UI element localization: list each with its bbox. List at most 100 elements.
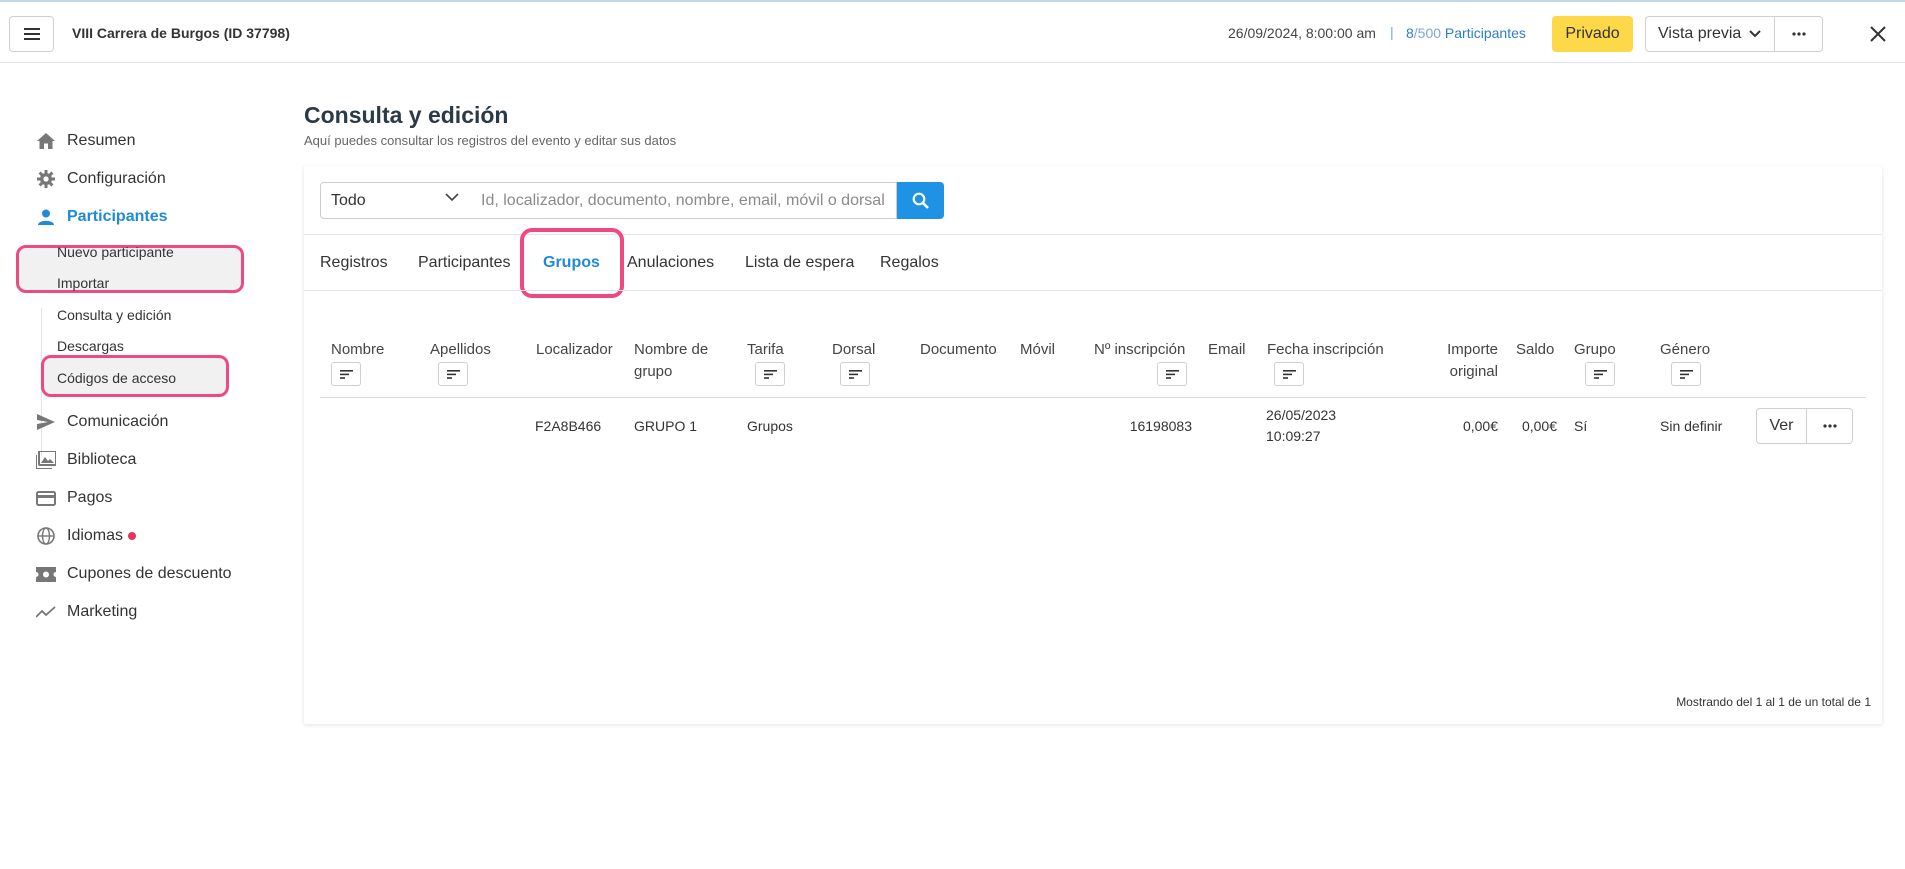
trend-icon xyxy=(36,602,56,622)
home-icon xyxy=(36,131,56,151)
cell-nombre-grupo: GRUPO 1 xyxy=(634,418,698,434)
page-title: Consulta y edición xyxy=(304,102,509,128)
col-header-importe-line1: Importe xyxy=(1447,341,1498,358)
cell-fecha-date: 26/05/2023 xyxy=(1266,407,1337,423)
sidebar-item-label: Idiomas xyxy=(67,527,124,544)
col-header-nombre-grupo-line2: grupo xyxy=(634,363,673,380)
col-header-fecha: Fecha inscripción xyxy=(1267,341,1384,358)
tab-anulaciones[interactable]: Anulaciones xyxy=(627,254,714,272)
results-card: Todo Registros Participantes Grupos Anul… xyxy=(304,166,1882,724)
sidebar-item-biblioteca[interactable]: Biblioteca xyxy=(36,448,136,472)
sidebar-item-label: Resumen xyxy=(67,132,136,149)
chevron-down-icon xyxy=(1749,30,1762,38)
sidebar-item-participantes[interactable]: Participantes xyxy=(36,205,167,229)
table-header-divider xyxy=(320,397,1866,398)
sort-icon xyxy=(1593,369,1607,379)
participants-total: /500 xyxy=(1413,25,1442,41)
privado-button[interactable]: Privado xyxy=(1552,16,1633,52)
page-subtitle: Aquí puedes consultar los registros del … xyxy=(304,133,677,148)
tab-regalos[interactable]: Regalos xyxy=(880,254,939,272)
col-header-apellidos: Apellidos xyxy=(430,341,491,358)
sidebar-item-resumen[interactable]: Resumen xyxy=(36,129,135,153)
sort-icon xyxy=(848,369,862,379)
tab-participantes[interactable]: Participantes xyxy=(418,254,511,272)
close-button[interactable] xyxy=(1868,24,1888,44)
sort-button-dorsal[interactable] xyxy=(840,362,870,386)
sidebar: Resumen Configuración Participantes Nuev… xyxy=(0,64,280,869)
sort-button-genero[interactable] xyxy=(1671,362,1701,386)
menu-button[interactable] xyxy=(9,16,54,52)
search-button[interactable] xyxy=(897,182,944,219)
col-header-localizador: Localizador xyxy=(536,341,613,358)
more-horizontal-icon xyxy=(1791,32,1806,36)
sort-icon xyxy=(446,369,460,379)
sort-button-fecha[interactable] xyxy=(1274,362,1304,386)
sidebar-item-label: Comunicación xyxy=(67,413,169,430)
sidebar-item-comunicacion[interactable]: Comunicación xyxy=(36,410,168,434)
cell-grupo: Sí xyxy=(1574,418,1588,434)
sidebar-item-idiomas[interactable]: Idiomas xyxy=(36,524,137,548)
sort-icon xyxy=(763,369,777,379)
notification-dot xyxy=(128,532,137,540)
tab-lista-espera[interactable]: Lista de espera xyxy=(745,254,854,272)
col-header-dorsal: Dorsal xyxy=(832,341,876,358)
sidebar-item-cupones[interactable]: Cupones de descuento xyxy=(36,562,232,586)
header-more-button[interactable] xyxy=(1774,16,1823,52)
col-header-email: Email xyxy=(1208,341,1246,358)
sidebar-item-label: Participantes xyxy=(67,208,168,225)
sub-item-codigos-acceso[interactable]: Códigos de acceso xyxy=(57,370,176,386)
person-icon xyxy=(36,207,56,227)
sort-icon xyxy=(1679,369,1693,379)
hamburger-icon xyxy=(23,28,40,40)
sort-icon xyxy=(1165,369,1179,379)
col-header-documento: Documento xyxy=(920,341,997,358)
sidebar-item-label: Pagos xyxy=(67,489,113,506)
sort-button-inscripcion[interactable] xyxy=(1157,362,1187,386)
pagination-info: Mostrando del 1 al 1 de un total de 1 xyxy=(1676,695,1871,709)
sub-item-descargas[interactable]: Descargas xyxy=(57,338,124,354)
sort-button-apellidos[interactable] xyxy=(438,362,468,386)
col-header-nombre-grupo-line1: Nombre de xyxy=(634,341,709,358)
cell-inscripcion: 16198083 xyxy=(1129,418,1192,434)
cell-genero: Sin definir xyxy=(1660,418,1723,434)
col-header-importe-line2: original xyxy=(1449,363,1498,380)
tabs-divider xyxy=(304,290,1882,291)
sidebar-item-configuracion[interactable]: Configuración xyxy=(36,167,166,191)
search-icon xyxy=(912,192,929,209)
search-filter-value: Todo xyxy=(331,191,366,209)
search-input[interactable] xyxy=(471,182,897,219)
ticket-icon xyxy=(36,564,56,584)
cell-saldo: 0,00€ xyxy=(1521,418,1557,434)
sort-icon xyxy=(339,369,353,379)
cell-localizador: F2A8B466 xyxy=(535,418,602,434)
event-title: VIII Carrera de Burgos (ID 37798) xyxy=(72,25,290,41)
sub-item-nuevo-participante[interactable]: Nuevo participante xyxy=(57,244,174,260)
vista-previa-button[interactable]: Vista previa xyxy=(1645,16,1775,52)
sort-button-grupo[interactable] xyxy=(1585,362,1615,386)
images-icon xyxy=(36,450,56,470)
sub-item-importar[interactable]: Importar xyxy=(57,275,109,291)
sub-item-consulta-edicion[interactable]: Consulta y edición xyxy=(57,307,171,323)
participants-label: Participantes xyxy=(1441,25,1526,41)
tab-registros[interactable]: Registros xyxy=(320,254,388,272)
sidebar-item-marketing[interactable]: Marketing xyxy=(36,600,137,624)
top-header: VIII Carrera de Burgos (ID 37798) 26/09/… xyxy=(0,2,1905,63)
col-header-saldo: Saldo xyxy=(1516,341,1555,358)
globe-icon xyxy=(36,526,56,546)
header-separator: | xyxy=(1390,24,1394,40)
sidebar-item-pagos[interactable]: Pagos xyxy=(36,486,112,510)
sidebar-item-label: Cupones de descuento xyxy=(67,565,232,582)
chevron-down-icon xyxy=(445,193,459,202)
ver-button[interactable]: Ver xyxy=(1756,408,1807,444)
col-header-tarifa: Tarifa xyxy=(747,341,784,358)
row-more-button[interactable] xyxy=(1806,408,1853,444)
sort-button-nombre[interactable] xyxy=(331,362,361,386)
col-header-nombre-grupo: Nombre de grupo xyxy=(634,339,708,383)
sort-button-tarifa[interactable] xyxy=(755,362,785,386)
sidebar-item-label: Marketing xyxy=(67,603,138,620)
search-filter-select[interactable]: Todo xyxy=(320,182,472,219)
cell-importe: 0,00€ xyxy=(1462,418,1498,434)
grupos-tab-highlight xyxy=(520,228,624,298)
participants-count-link[interactable]: 8/500 Participantes xyxy=(1406,25,1526,41)
cell-tarifa: Grupos xyxy=(747,418,793,434)
